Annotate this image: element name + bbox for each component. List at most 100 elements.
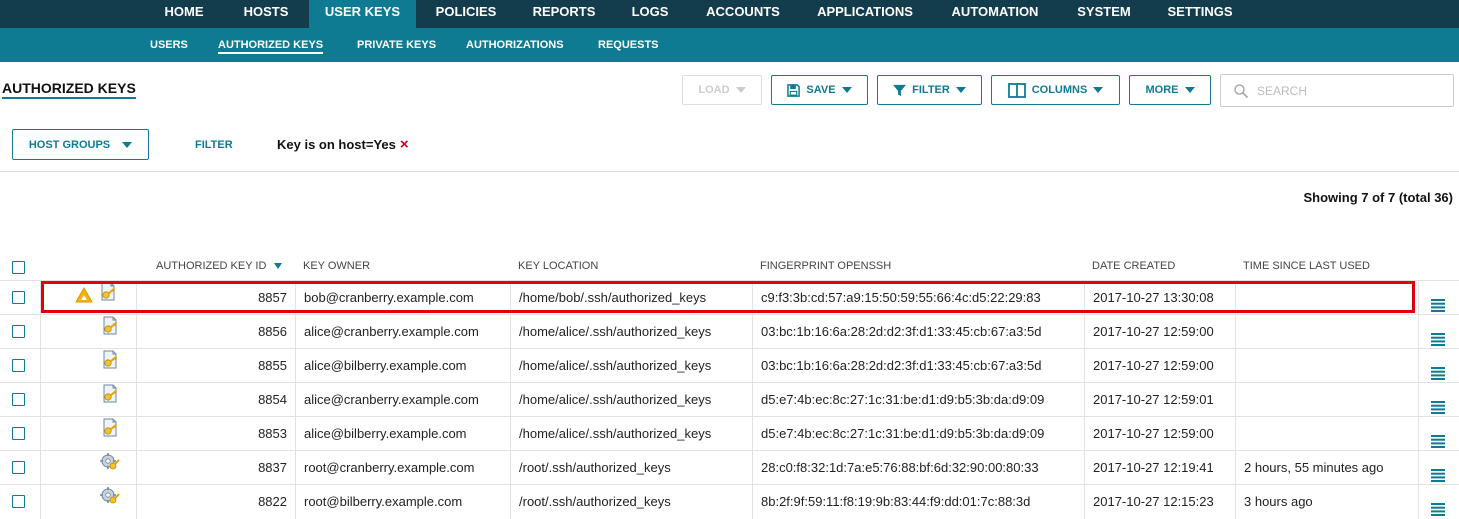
row-checkbox[interactable] bbox=[12, 291, 25, 304]
save-label: SAVE bbox=[806, 84, 836, 96]
cell-last-used bbox=[1235, 349, 1418, 383]
key-file-icon bbox=[99, 383, 121, 417]
cell-id: 8854 bbox=[136, 383, 295, 417]
columns-button[interactable]: COLUMNS bbox=[991, 75, 1120, 105]
row-checkbox[interactable] bbox=[12, 461, 25, 474]
row-menu-cell bbox=[1418, 315, 1459, 349]
cell-date: 2017-10-27 12:59:01 bbox=[1084, 383, 1235, 417]
table-row[interactable]: 8857 bob@cranberry.example.com/home/bob/.… bbox=[0, 280, 1459, 315]
chevron-down-icon bbox=[735, 87, 746, 93]
row-menu-cell bbox=[1418, 281, 1459, 315]
key-file-icon bbox=[97, 281, 119, 315]
cell-owner: root@cranberry.example.com bbox=[295, 451, 510, 485]
active-filter-text: Key is on host=Yes bbox=[277, 137, 396, 152]
nav-reports[interactable]: REPORTS bbox=[524, 0, 604, 28]
nav-user-keys[interactable]: USER KEYS bbox=[309, 0, 416, 28]
subnav-private-keys[interactable]: PRIVATE KEYS bbox=[357, 39, 436, 51]
row-menu-icon[interactable] bbox=[1431, 291, 1445, 315]
more-button[interactable]: MORE bbox=[1129, 75, 1211, 105]
cell-id: 8837 bbox=[136, 451, 295, 485]
chevron-down-icon bbox=[955, 87, 966, 93]
columns-icon bbox=[1007, 82, 1026, 98]
cell-location: /root/.ssh/authorized_keys bbox=[510, 485, 752, 519]
column-header-id[interactable]: AUTHORIZED KEY ID bbox=[156, 252, 283, 280]
save-button[interactable]: SAVE bbox=[771, 75, 868, 105]
chevron-down-icon bbox=[122, 141, 133, 148]
save-icon bbox=[787, 83, 801, 97]
main-nav: HOME HOSTS USER KEYS POLICIES REPORTS LO… bbox=[0, 0, 1459, 28]
cell-id: 8822 bbox=[136, 485, 295, 519]
column-header-location[interactable]: KEY LOCATION bbox=[518, 252, 598, 280]
warning-icon bbox=[75, 282, 93, 315]
key-file-icon bbox=[99, 315, 121, 349]
cell-owner: bob@cranberry.example.com bbox=[295, 281, 510, 315]
table-row[interactable]: 8855 alice@bilberry.example.com/home/alic… bbox=[0, 348, 1459, 383]
select-all-checkbox[interactable] bbox=[12, 261, 25, 274]
row-checkbox[interactable] bbox=[12, 359, 25, 372]
column-header-owner[interactable]: KEY OWNER bbox=[303, 252, 370, 280]
chevron-down-icon bbox=[1093, 87, 1104, 93]
table-row[interactable]: 8854 alice@cranberry.example.com/home/ali… bbox=[0, 382, 1459, 417]
nav-accounts[interactable]: ACCOUNTS bbox=[696, 0, 790, 28]
nav-automation[interactable]: AUTOMATION bbox=[940, 0, 1050, 28]
cell-fingerprint: 03:bc:1b:16:6a:28:2d:d2:3f:d1:33:45:cb:6… bbox=[752, 349, 1084, 383]
cell-owner: alice@cranberry.example.com bbox=[295, 383, 510, 417]
row-checkbox[interactable] bbox=[12, 495, 25, 508]
cell-last-used bbox=[1235, 281, 1418, 315]
cell-id: 8855 bbox=[136, 349, 295, 383]
row-checkbox[interactable] bbox=[12, 325, 25, 338]
search-box[interactable] bbox=[1220, 74, 1454, 107]
remove-filter-icon[interactable]: × bbox=[400, 137, 409, 152]
cell-fingerprint: c9:f3:3b:cd:57:a9:15:50:59:55:66:4c:d5:2… bbox=[752, 281, 1084, 315]
nav-hosts[interactable]: HOSTS bbox=[228, 0, 304, 28]
nav-settings[interactable]: SETTINGS bbox=[1158, 0, 1242, 28]
cell-last-used bbox=[1235, 383, 1418, 417]
cell-fingerprint: d5:e7:4b:ec:8c:27:1c:31:be:d1:d9:b5:3b:d… bbox=[752, 417, 1084, 451]
row-menu-icon[interactable] bbox=[1431, 393, 1445, 417]
cell-last-used: 3 hours ago bbox=[1235, 485, 1418, 519]
table-row[interactable]: 8822 root@bilberry.example.com/root/.ssh/… bbox=[0, 484, 1459, 519]
table-row[interactable]: 8837 root@cranberry.example.com/root/.ssh… bbox=[0, 450, 1459, 485]
cell-date: 2017-10-27 12:15:23 bbox=[1084, 485, 1235, 519]
row-checkbox[interactable] bbox=[12, 393, 25, 406]
columns-label: COLUMNS bbox=[1031, 84, 1088, 96]
load-label: LOAD bbox=[698, 84, 730, 96]
row-menu-icon[interactable] bbox=[1431, 359, 1445, 383]
nav-policies[interactable]: POLICIES bbox=[426, 0, 506, 28]
load-button[interactable]: LOAD bbox=[682, 75, 762, 105]
subnav-authorized-keys[interactable]: AUTHORIZED KEYS bbox=[218, 39, 324, 54]
row-status-icons bbox=[40, 451, 136, 485]
subnav-authorizations[interactable]: AUTHORIZATIONS bbox=[466, 39, 564, 51]
row-menu-icon[interactable] bbox=[1431, 495, 1445, 519]
cell-fingerprint: d5:e7:4b:ec:8c:27:1c:31:be:d1:d9:b5:3b:d… bbox=[752, 383, 1084, 417]
cell-last-used bbox=[1235, 315, 1418, 349]
nav-home[interactable]: HOME bbox=[148, 0, 220, 28]
filter-button[interactable]: FILTER bbox=[877, 75, 982, 105]
column-header-date[interactable]: DATE CREATED bbox=[1092, 252, 1175, 280]
search-input[interactable] bbox=[1257, 83, 1437, 98]
sub-nav: USERS AUTHORIZED KEYS PRIVATE KEYS AUTHO… bbox=[0, 28, 1459, 62]
column-header-last-used[interactable]: TIME SINCE LAST USED bbox=[1243, 252, 1370, 280]
subnav-users[interactable]: USERS bbox=[150, 39, 188, 51]
table-row[interactable]: 8853 alice@bilberry.example.com/home/alic… bbox=[0, 416, 1459, 451]
nav-logs[interactable]: LOGS bbox=[622, 0, 678, 28]
row-status-icons bbox=[40, 485, 136, 519]
table-row[interactable]: 8856 alice@cranberry.example.com/home/ali… bbox=[0, 314, 1459, 349]
filter-link[interactable]: FILTER bbox=[195, 139, 233, 151]
row-status-icons bbox=[40, 383, 136, 417]
row-menu-icon[interactable] bbox=[1431, 427, 1445, 451]
row-checkbox[interactable] bbox=[12, 427, 25, 440]
row-menu-icon[interactable] bbox=[1431, 325, 1445, 349]
cell-owner: alice@cranberry.example.com bbox=[295, 315, 510, 349]
key-gear-icon bbox=[99, 451, 121, 485]
subnav-requests[interactable]: REQUESTS bbox=[598, 39, 659, 51]
host-groups-dropdown[interactable]: HOST GROUPS bbox=[12, 129, 149, 160]
key-file-icon bbox=[99, 417, 121, 451]
row-status-icons bbox=[40, 281, 136, 315]
column-header-fingerprint[interactable]: FINGERPRINT OPENSSH bbox=[760, 252, 891, 280]
nav-applications[interactable]: APPLICATIONS bbox=[808, 0, 922, 28]
chevron-down-icon bbox=[841, 87, 852, 93]
nav-system[interactable]: SYSTEM bbox=[1068, 0, 1140, 28]
row-status-icons bbox=[40, 349, 136, 383]
row-menu-icon[interactable] bbox=[1431, 461, 1445, 485]
